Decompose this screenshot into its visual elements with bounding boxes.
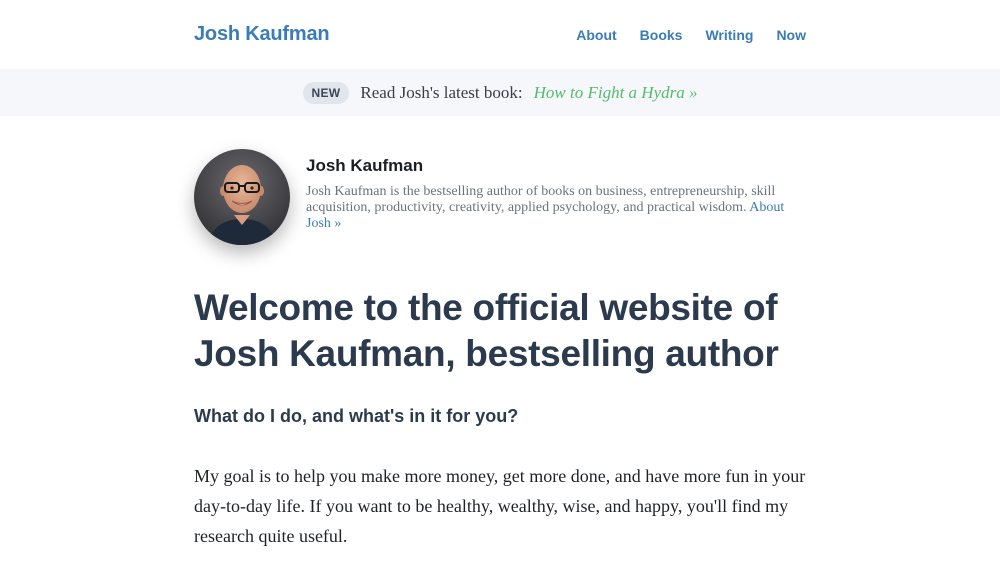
main-content: Josh Kaufman Josh Kaufman is the bestsel… — [194, 149, 806, 551]
latest-book-link[interactable]: How to Fight a Hydra » — [534, 83, 698, 103]
nav-now[interactable]: Now — [776, 27, 806, 43]
author-info: Josh Kaufman Josh Kaufman is the bestsel… — [306, 149, 806, 232]
site-title-link[interactable]: Josh Kaufman — [194, 23, 330, 46]
author-name: Josh Kaufman — [306, 156, 424, 175]
new-badge: NEW — [302, 81, 350, 104]
author-bio-text: Josh Kaufman is the bestselling author o… — [306, 184, 776, 215]
author-card: Josh Kaufman Josh Kaufman is the bestsel… — [194, 149, 806, 245]
announcement-banner: NEW Read Josh's latest book: How to Figh… — [0, 69, 1000, 116]
site-header: Josh Kaufman About Books Writing Now — [0, 0, 1000, 69]
intro-paragraph: My goal is to help you make more money, … — [194, 466, 806, 546]
page-title: Welcome to the official website of Josh … — [194, 287, 779, 374]
nav-books[interactable]: Books — [640, 27, 683, 43]
nav-writing[interactable]: Writing — [705, 27, 753, 43]
author-bio: Josh Kaufman is the bestselling author o… — [306, 184, 806, 232]
author-photo-icon — [194, 149, 290, 245]
author-avatar — [194, 149, 290, 245]
section-heading: What do I do, and what's in it for you? — [194, 406, 519, 426]
banner-text: Read Josh's latest book: — [360, 82, 523, 102]
nav-about[interactable]: About — [576, 27, 616, 43]
main-nav: About Books Writing Now — [576, 27, 806, 43]
